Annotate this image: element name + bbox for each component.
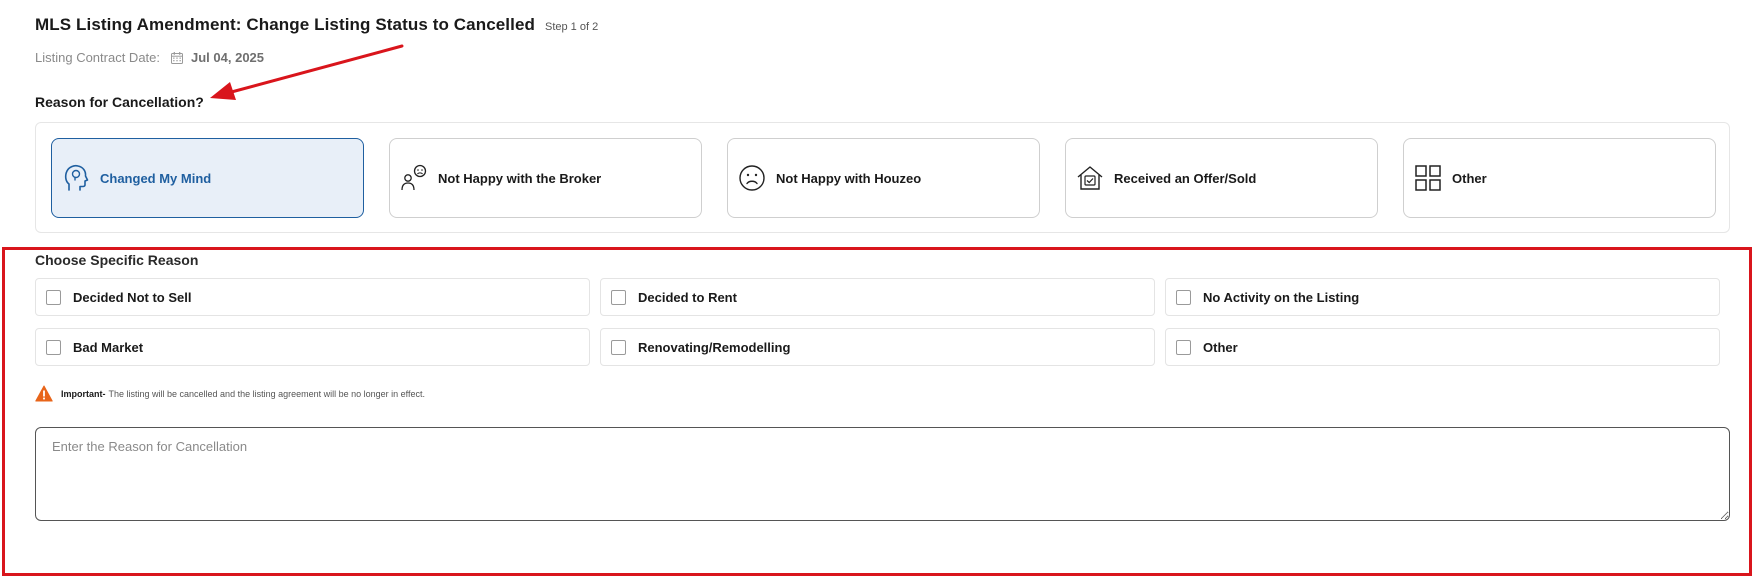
- cancellation-reason-input[interactable]: [35, 427, 1730, 521]
- calendar-icon: [171, 51, 184, 64]
- warning-icon: [35, 385, 53, 402]
- specific-reason-heading: Choose Specific Reason: [35, 252, 199, 268]
- category-card-not-happy-broker[interactable]: Not Happy with the Broker: [389, 138, 702, 218]
- category-label: Not Happy with the Broker: [438, 170, 602, 186]
- option-label: Bad Market: [73, 339, 144, 355]
- checkbox[interactable]: [46, 339, 61, 355]
- contract-date-value: Jul 04, 2025: [191, 50, 265, 65]
- reason-category-panel: Changed My Mind Not Happy with the Broke…: [35, 122, 1730, 233]
- option-decided-to-rent[interactable]: Decided to Rent: [600, 278, 1155, 316]
- option-decided-not-to-sell[interactable]: Decided Not to Sell: [35, 278, 590, 316]
- house-check-icon: [1076, 164, 1104, 192]
- category-card-received-offer[interactable]: Received an Offer/Sold: [1065, 138, 1378, 218]
- option-no-activity[interactable]: No Activity on the Listing: [1165, 278, 1720, 316]
- important-label: Important-: [61, 388, 106, 399]
- title-row: MLS Listing Amendment: Change Listing St…: [35, 15, 598, 35]
- reason-heading: Reason for Cancellation?: [35, 94, 204, 110]
- important-text: The listing will be cancelled and the li…: [108, 388, 426, 399]
- option-label: Other: [1203, 339, 1238, 355]
- category-label: Received an Offer/Sold: [1114, 170, 1257, 186]
- option-bad-market[interactable]: Bad Market: [35, 328, 590, 366]
- option-label: Decided Not to Sell: [73, 289, 192, 305]
- checkbox[interactable]: [611, 339, 626, 355]
- head-thought-icon: [62, 164, 90, 192]
- category-label: Other: [1452, 170, 1487, 186]
- sad-face-icon: [738, 164, 766, 192]
- category-card-other[interactable]: Other: [1403, 138, 1716, 218]
- step-indicator: Step 1 of 2: [545, 21, 599, 33]
- checkbox[interactable]: [611, 289, 626, 305]
- category-label: Not Happy with Houzeo: [776, 170, 922, 186]
- checkbox[interactable]: [46, 289, 61, 305]
- grid-icon: [1414, 164, 1442, 192]
- category-label: Changed My Mind: [100, 170, 212, 186]
- important-notice: Important- The listing will be cancelled…: [35, 385, 425, 402]
- contract-date-label: Listing Contract Date:: [35, 50, 161, 65]
- option-label: No Activity on the Listing: [1203, 289, 1360, 305]
- unhappy-person-icon: [400, 164, 428, 192]
- contract-date-row: Listing Contract Date: Jul 04, 2025: [35, 50, 264, 65]
- option-renovating[interactable]: Renovating/Remodelling: [600, 328, 1155, 366]
- option-label: Renovating/Remodelling: [638, 339, 791, 355]
- checkbox[interactable]: [1176, 289, 1191, 305]
- category-card-changed-my-mind[interactable]: Changed My Mind: [51, 138, 364, 218]
- page-title: MLS Listing Amendment: Change Listing St…: [35, 15, 535, 34]
- option-other[interactable]: Other: [1165, 328, 1720, 366]
- category-card-not-happy-houzeo[interactable]: Not Happy with Houzeo: [727, 138, 1040, 218]
- option-label: Decided to Rent: [638, 289, 737, 305]
- checkbox[interactable]: [1176, 339, 1191, 355]
